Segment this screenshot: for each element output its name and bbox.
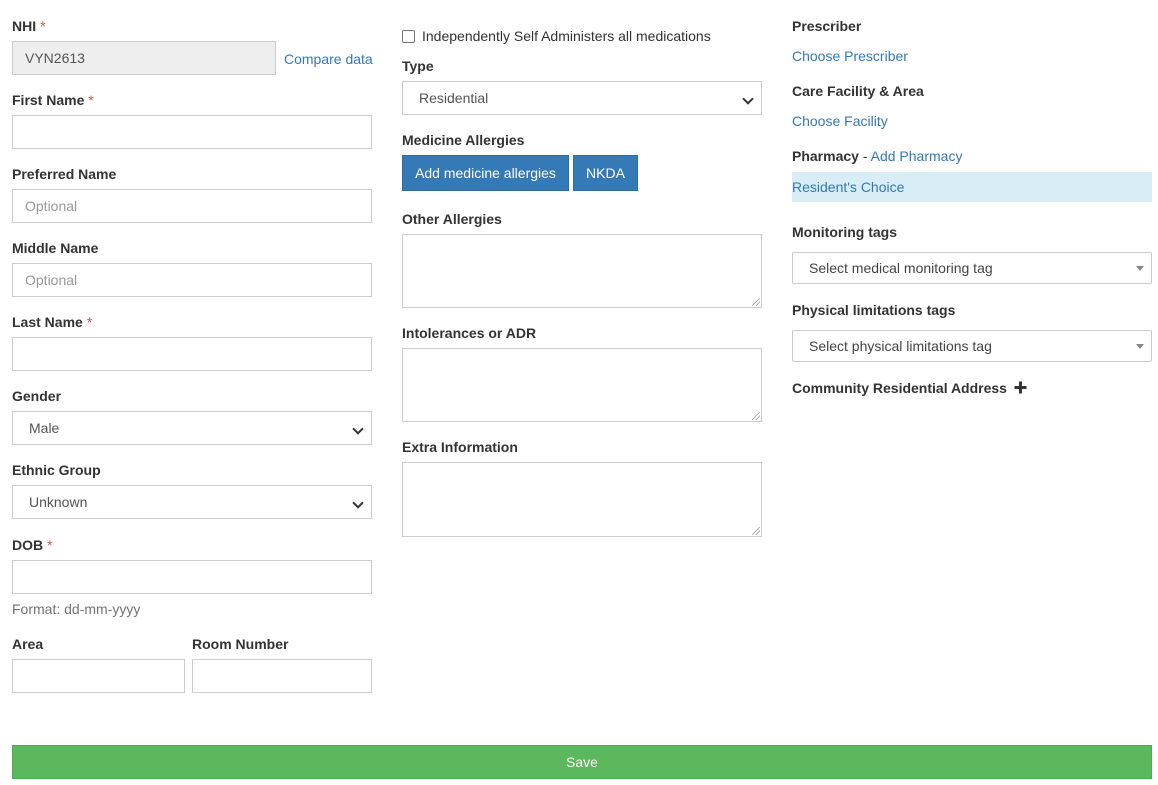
choose-prescriber-link[interactable]: Choose Prescriber bbox=[792, 48, 908, 64]
pharmacy-separator: - bbox=[862, 148, 868, 164]
community-address-label: Community Residential Address bbox=[792, 380, 1007, 396]
plus-icon[interactable] bbox=[1014, 381, 1027, 394]
other-allergies-label: Other Allergies bbox=[402, 211, 502, 227]
other-allergies-textarea[interactable] bbox=[402, 234, 762, 308]
first-name-label-text: First Name bbox=[12, 92, 85, 108]
last-name-input[interactable] bbox=[12, 337, 372, 371]
plus-icon-svg bbox=[1014, 381, 1027, 394]
pharmacy-selected-text: Resident's Choice bbox=[792, 179, 905, 195]
medicine-allergies-label: Medicine Allergies bbox=[402, 132, 525, 148]
nhi-label-text: NHI bbox=[12, 18, 37, 34]
monitoring-tags-label: Monitoring tags bbox=[792, 224, 897, 240]
pharmacy-header: Pharmacy - Add Pharmacy bbox=[792, 148, 962, 164]
first-name-label: First Name * bbox=[12, 92, 94, 108]
pharmacy-label: Pharmacy bbox=[792, 148, 859, 164]
monitoring-tags-placeholder: Select medical monitoring tag bbox=[809, 260, 993, 276]
required-marker: * bbox=[40, 18, 46, 34]
type-selected: Residential bbox=[419, 90, 489, 106]
gender-selected: Male bbox=[29, 420, 60, 436]
extra-information-label: Extra Information bbox=[402, 439, 518, 455]
care-facility-label: Care Facility & Area bbox=[792, 83, 924, 99]
monitoring-tags-select[interactable]: Select medical monitoring tag bbox=[792, 252, 1152, 284]
middle-name-input[interactable]: Optional bbox=[12, 263, 372, 297]
gender-label: Gender bbox=[12, 388, 62, 404]
area-input[interactable] bbox=[12, 659, 185, 693]
self-administers-checkbox[interactable] bbox=[402, 30, 415, 43]
first-name-input[interactable] bbox=[12, 115, 372, 149]
nhi-input[interactable]: VYN2613 bbox=[12, 41, 276, 75]
physical-limitations-select[interactable]: Select physical limitations tag bbox=[792, 330, 1152, 362]
save-button[interactable]: Save bbox=[12, 745, 1152, 779]
room-number-input[interactable] bbox=[192, 659, 372, 693]
dob-label-text: DOB bbox=[12, 537, 44, 553]
required-marker: * bbox=[86, 314, 93, 330]
area-label: Area bbox=[12, 636, 44, 652]
self-administers-label[interactable]: Independently Self Administers all medic… bbox=[422, 28, 711, 44]
preferred-name-placeholder: Optional bbox=[25, 198, 78, 214]
required-marker: * bbox=[88, 92, 94, 108]
extra-information-textarea[interactable] bbox=[402, 462, 762, 537]
dob-input[interactable] bbox=[12, 560, 372, 594]
compare-data-link[interactable]: Compare data bbox=[284, 51, 373, 67]
dob-label: DOB * bbox=[12, 537, 53, 553]
preferred-name-input[interactable]: Optional bbox=[12, 189, 372, 223]
resize-handle-icon[interactable] bbox=[752, 527, 760, 535]
prescriber-label: Prescriber bbox=[792, 18, 862, 34]
physical-limitations-label: Physical limitations tags bbox=[792, 302, 956, 318]
ethnic-group-selected: Unknown bbox=[29, 494, 88, 510]
last-name-label-text: Last Name bbox=[12, 314, 83, 330]
type-select[interactable]: Residential bbox=[402, 81, 762, 115]
add-medicine-allergies-button[interactable]: Add medicine allergies bbox=[402, 155, 569, 191]
intolerances-label: Intolerances or ADR bbox=[402, 325, 537, 341]
ethnic-group-label: Ethnic Group bbox=[12, 462, 101, 478]
gender-select[interactable]: Male bbox=[12, 411, 372, 445]
intolerances-textarea[interactable] bbox=[402, 348, 762, 422]
dob-format-help: Format: dd-mm-yyyy bbox=[12, 601, 141, 617]
add-pharmacy-link[interactable]: Add Pharmacy bbox=[871, 148, 963, 164]
preferred-name-label: Preferred Name bbox=[12, 166, 117, 182]
physical-limitations-placeholder: Select physical limitations tag bbox=[809, 338, 992, 354]
resize-handle-icon[interactable] bbox=[752, 412, 760, 420]
ethnic-group-select[interactable]: Unknown bbox=[12, 485, 372, 519]
pharmacy-selected-item[interactable]: Resident's Choice bbox=[792, 172, 1152, 202]
type-label: Type bbox=[402, 58, 434, 74]
room-number-label: Room Number bbox=[192, 636, 289, 652]
nhi-label: NHI * bbox=[12, 18, 46, 34]
nkda-button[interactable]: NKDA bbox=[573, 155, 638, 191]
nhi-value: VYN2613 bbox=[25, 50, 85, 66]
required-marker: * bbox=[47, 537, 53, 553]
resize-handle-icon[interactable] bbox=[752, 298, 760, 306]
choose-facility-link[interactable]: Choose Facility bbox=[792, 113, 888, 129]
last-name-label: Last Name * bbox=[12, 314, 92, 330]
middle-name-label: Middle Name bbox=[12, 240, 99, 256]
middle-name-placeholder: Optional bbox=[25, 272, 78, 288]
